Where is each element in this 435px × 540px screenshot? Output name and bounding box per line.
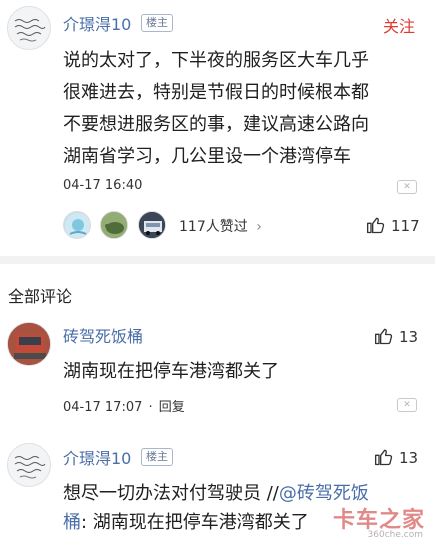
meta-separator: ·: [148, 400, 153, 415]
truck-avatar-image: [139, 212, 165, 238]
likers-link[interactable]: 117人赞过 ›: [179, 216, 262, 236]
comment-author-avatar[interactable]: [7, 322, 51, 366]
post-text-line: 湖南省学习，几公里设一个港湾停车: [63, 146, 351, 167]
comment-dismiss-button[interactable]: ✕: [397, 398, 417, 412]
mention-link-continued[interactable]: 桶: [63, 512, 81, 533]
thumbs-up-icon: [367, 217, 385, 234]
comment-like-count: 13: [399, 328, 419, 346]
comment-quoted-text: : 湖南现在把停车港湾都关了: [81, 512, 309, 533]
post-like-button[interactable]: 117: [366, 214, 426, 238]
comment-author-name[interactable]: 介璟淂10: [63, 445, 131, 469]
comment-text-prefix: 想尽一切办法对付驾驶员 //: [63, 483, 279, 504]
handwriting-avatar-image: [8, 444, 50, 486]
op-badge: 楼主: [141, 14, 173, 32]
reply-button[interactable]: 回复: [159, 400, 185, 415]
liker-avatar[interactable]: [138, 211, 166, 239]
comment-meta: 04-17 17:07 · 回复: [63, 396, 185, 415]
comment-text-line: 想尽一切办法对付驾驶员 //@砖驾死饭: [63, 479, 369, 509]
post-text-line: 说的太对了，下半夜的服务区大车几乎: [63, 50, 369, 71]
comment-like-button[interactable]: 13: [374, 325, 426, 349]
post-like-count: 117: [391, 217, 420, 235]
likers-count-text: 117人赞过: [179, 219, 248, 235]
close-icon: ✕: [403, 400, 411, 410]
liker-avatar[interactable]: [63, 211, 91, 239]
post-author-name[interactable]: 介璟淂10: [63, 11, 131, 35]
post-text-line: 很难进去，特别是节假日的时候根本都: [63, 82, 369, 103]
post-author-avatar[interactable]: [7, 6, 51, 50]
red-truck-avatar-image: [8, 323, 50, 365]
handwriting-avatar-image: [8, 7, 50, 49]
comment-author-name[interactable]: 砖驾死饭桶: [63, 323, 143, 347]
mention-link[interactable]: @砖驾死饭: [279, 483, 369, 504]
section-divider: [0, 256, 435, 264]
chevron-right-icon: ›: [256, 219, 262, 235]
watermark-url: 360che.com: [367, 530, 423, 540]
follow-button[interactable]: 关注: [383, 13, 415, 37]
post-text-line: 不要想进服务区的事，建议高速公路向: [63, 114, 369, 135]
op-badge: 楼主: [141, 448, 173, 466]
thumbs-up-icon: [375, 328, 393, 345]
post-dismiss-button[interactable]: ✕: [397, 180, 417, 194]
liker-avatar[interactable]: [100, 211, 128, 239]
comment-text: 湖南现在把停车港湾都关了: [63, 361, 279, 382]
comment-author-avatar[interactable]: [7, 443, 51, 487]
comment-like-count: 13: [399, 449, 419, 467]
comment-text-line: 桶: 湖南现在把停车港湾都关了: [63, 508, 309, 538]
turtle-avatar-image: [101, 212, 127, 238]
comments-section-title: 全部评论: [8, 287, 73, 306]
close-icon: ✕: [403, 182, 411, 192]
comment-like-button[interactable]: 13: [374, 446, 426, 470]
post-timestamp: 04-17 16:40: [63, 178, 143, 193]
comment-timestamp: 04-17 17:07: [63, 400, 143, 415]
fish-avatar-image: [65, 213, 90, 238]
thumbs-up-icon: [375, 449, 393, 466]
